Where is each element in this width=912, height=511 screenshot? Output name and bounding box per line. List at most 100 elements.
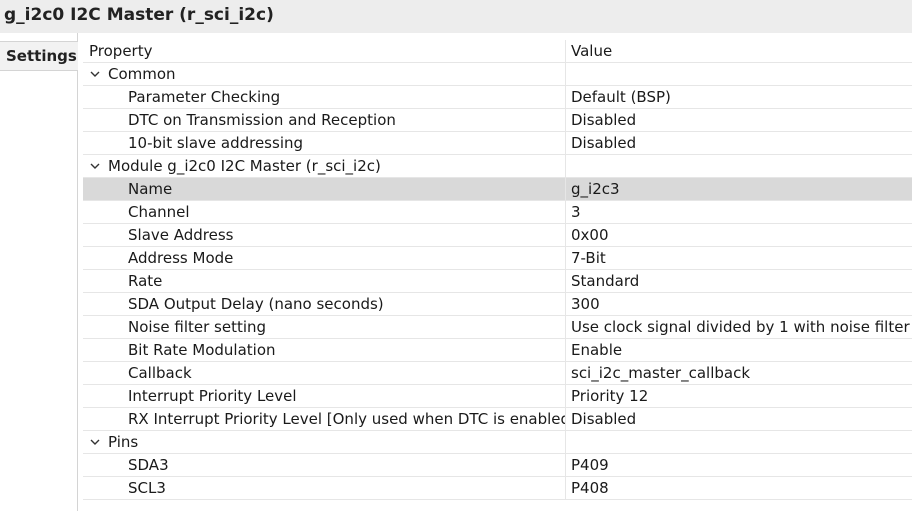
value-label: Default (BSP) bbox=[571, 88, 671, 106]
value-cell[interactable]: g_i2c3 bbox=[571, 178, 912, 200]
property-cell[interactable]: Slave Address bbox=[83, 224, 566, 246]
property-cell[interactable]: Interrupt Priority Level bbox=[83, 385, 566, 407]
table-row[interactable]: Interrupt Priority Level Priority 12 bbox=[83, 385, 912, 408]
value-label: 300 bbox=[571, 295, 600, 313]
group-row[interactable]: Module g_i2c0 I2C Master (r_sci_i2c) bbox=[83, 155, 912, 178]
property-label: Common bbox=[108, 65, 176, 83]
value-cell bbox=[571, 155, 912, 177]
value-label: Enable bbox=[571, 341, 623, 359]
value-cell[interactable]: 7-Bit bbox=[571, 247, 912, 269]
table-row[interactable]: SCL3 P408 bbox=[83, 477, 912, 500]
value-label: Use clock signal divided by 1 with noise… bbox=[571, 318, 910, 336]
value-cell[interactable]: Standard bbox=[571, 270, 912, 292]
table-row[interactable]: Callback sci_i2c_master_callback bbox=[83, 362, 912, 385]
value-cell[interactable]: Priority 12 bbox=[571, 385, 912, 407]
property-label: Callback bbox=[128, 364, 192, 382]
property-cell[interactable]: Module g_i2c0 I2C Master (r_sci_i2c) bbox=[83, 155, 566, 177]
header-value[interactable]: Value bbox=[571, 40, 912, 62]
value-label: P409 bbox=[571, 456, 609, 474]
property-label: Module g_i2c0 I2C Master (r_sci_i2c) bbox=[108, 157, 381, 175]
value-cell[interactable]: sci_i2c_master_callback bbox=[571, 362, 912, 384]
left-tab-strip: Settings bbox=[0, 33, 78, 511]
header-property-label: Property bbox=[89, 42, 153, 60]
property-cell[interactable]: DTC on Transmission and Reception bbox=[83, 109, 566, 131]
value-label: Priority 12 bbox=[571, 387, 649, 405]
header-value-label: Value bbox=[571, 42, 613, 60]
property-cell[interactable]: Rate bbox=[83, 270, 566, 292]
property-label: Address Mode bbox=[128, 249, 234, 267]
value-label: Disabled bbox=[571, 410, 637, 428]
property-label: Parameter Checking bbox=[128, 88, 281, 106]
property-label: 10-bit slave addressing bbox=[128, 134, 304, 152]
property-label: RX Interrupt Priority Level [Only used w… bbox=[128, 410, 566, 428]
property-cell[interactable]: SDA3 bbox=[83, 454, 566, 476]
value-label: Standard bbox=[571, 272, 640, 290]
value-cell[interactable]: Disabled bbox=[571, 408, 912, 430]
tab-settings[interactable]: Settings bbox=[0, 41, 78, 71]
group-row[interactable]: Pins bbox=[83, 431, 912, 454]
value-cell[interactable]: P409 bbox=[571, 454, 912, 476]
table-row[interactable]: Slave Address 0x00 bbox=[83, 224, 912, 247]
table-row[interactable]: Parameter Checking Default (BSP) bbox=[83, 86, 912, 109]
chevron-down-icon[interactable] bbox=[90, 69, 100, 79]
property-cell[interactable]: Name bbox=[83, 178, 566, 200]
property-cell[interactable]: Noise filter setting bbox=[83, 316, 566, 338]
property-label: SCL3 bbox=[128, 479, 166, 497]
property-label: Slave Address bbox=[128, 226, 234, 244]
property-label: Channel bbox=[128, 203, 190, 221]
property-cell[interactable]: Address Mode bbox=[83, 247, 566, 269]
table-row[interactable]: 10-bit slave addressing Disabled bbox=[83, 132, 912, 155]
header-property[interactable]: Property bbox=[83, 40, 566, 62]
value-cell[interactable]: 0x00 bbox=[571, 224, 912, 246]
property-cell[interactable]: Bit Rate Modulation bbox=[83, 339, 566, 361]
property-cell[interactable]: Common bbox=[83, 63, 566, 85]
table-body: Common Parameter Checking Default (BSP) DTC… bbox=[83, 63, 912, 500]
property-label: Pins bbox=[108, 433, 139, 451]
property-label: SDA3 bbox=[128, 456, 169, 474]
property-label: Name bbox=[128, 180, 173, 198]
property-cell[interactable]: RX Interrupt Priority Level [Only used w… bbox=[83, 408, 566, 430]
table-row[interactable]: SDA3 P409 bbox=[83, 454, 912, 477]
table-row[interactable]: Address Mode 7-Bit bbox=[83, 247, 912, 270]
property-label: Noise filter setting bbox=[128, 318, 267, 336]
chevron-down-icon[interactable] bbox=[90, 161, 100, 171]
table-row[interactable]: Name g_i2c3 bbox=[83, 178, 912, 201]
property-cell[interactable]: Channel bbox=[83, 201, 566, 223]
value-cell[interactable]: Disabled bbox=[571, 109, 912, 131]
value-label: sci_i2c_master_callback bbox=[571, 364, 751, 382]
table-row[interactable]: Noise filter setting Use clock signal div… bbox=[83, 316, 912, 339]
property-label: Rate bbox=[128, 272, 163, 290]
window-title: g_i2c0 I2C Master (r_sci_i2c) bbox=[4, 5, 274, 25]
value-cell bbox=[571, 431, 912, 453]
chevron-down-icon[interactable] bbox=[90, 437, 100, 447]
group-row[interactable]: Common bbox=[83, 63, 912, 86]
value-cell[interactable]: 300 bbox=[571, 293, 912, 315]
property-cell[interactable]: 10-bit slave addressing bbox=[83, 132, 566, 154]
value-label: Disabled bbox=[571, 111, 637, 129]
value-label: 3 bbox=[571, 203, 581, 221]
value-label: 0x00 bbox=[571, 226, 609, 244]
property-cell[interactable]: SCL3 bbox=[83, 477, 566, 499]
properties-table: Property Value Common Parameter Checking D… bbox=[83, 40, 912, 500]
table-row[interactable]: Rate Standard bbox=[83, 270, 912, 293]
value-label: P408 bbox=[571, 479, 609, 497]
property-cell[interactable]: Pins bbox=[83, 431, 566, 453]
table-row[interactable]: Bit Rate Modulation Enable bbox=[83, 339, 912, 362]
value-cell[interactable]: Default (BSP) bbox=[571, 86, 912, 108]
property-cell[interactable]: Callback bbox=[83, 362, 566, 384]
value-cell[interactable]: P408 bbox=[571, 477, 912, 499]
table-row[interactable]: Channel 3 bbox=[83, 201, 912, 224]
value-cell[interactable]: Enable bbox=[571, 339, 912, 361]
title-bar: g_i2c0 I2C Master (r_sci_i2c) bbox=[0, 0, 912, 33]
property-cell[interactable]: Parameter Checking bbox=[83, 86, 566, 108]
value-cell bbox=[571, 63, 912, 85]
property-cell[interactable]: SDA Output Delay (nano seconds) bbox=[83, 293, 566, 315]
value-cell[interactable]: Disabled bbox=[571, 132, 912, 154]
table-row[interactable]: SDA Output Delay (nano seconds) 300 bbox=[83, 293, 912, 316]
value-label: Disabled bbox=[571, 134, 637, 152]
table-row[interactable]: DTC on Transmission and Reception Disable… bbox=[83, 109, 912, 132]
value-cell[interactable]: 3 bbox=[571, 201, 912, 223]
table-row[interactable]: RX Interrupt Priority Level [Only used w… bbox=[83, 408, 912, 431]
value-cell[interactable]: Use clock signal divided by 1 with noise… bbox=[571, 316, 912, 338]
property-label: DTC on Transmission and Reception bbox=[128, 111, 396, 129]
